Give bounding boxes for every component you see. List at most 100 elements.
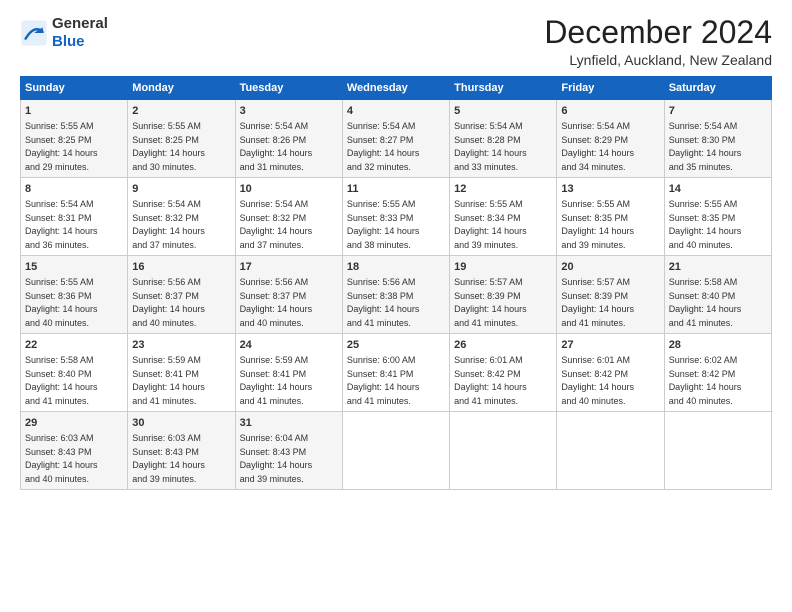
calendar-week-4: 22 Sunrise: 5:58 AMSunset: 8:40 PMDaylig… [21,334,772,412]
calendar-cell: 12 Sunrise: 5:55 AMSunset: 8:34 PMDaylig… [450,178,557,256]
day-info: Sunrise: 5:58 AMSunset: 8:40 PMDaylight:… [669,277,742,328]
day-info: Sunrise: 5:54 AMSunset: 8:26 PMDaylight:… [240,121,313,172]
day-number: 22 [25,338,123,353]
calendar-cell [342,412,449,490]
day-info: Sunrise: 5:56 AMSunset: 8:38 PMDaylight:… [347,277,420,328]
day-number: 15 [25,260,123,275]
calendar-cell: 30 Sunrise: 6:03 AMSunset: 8:43 PMDaylig… [128,412,235,490]
page-header: General Blue December 2024 Lynfield, Auc… [20,15,772,68]
day-number: 18 [347,260,445,275]
calendar-cell [557,412,664,490]
calendar-cell: 9 Sunrise: 5:54 AMSunset: 8:32 PMDayligh… [128,178,235,256]
day-number: 10 [240,182,338,197]
calendar-cell: 6 Sunrise: 5:54 AMSunset: 8:29 PMDayligh… [557,100,664,178]
day-info: Sunrise: 6:04 AMSunset: 8:43 PMDaylight:… [240,433,313,484]
calendar-week-1: 1 Sunrise: 5:55 AMSunset: 8:25 PMDayligh… [21,100,772,178]
header-tuesday: Tuesday [235,77,342,100]
day-number: 14 [669,182,767,197]
header-friday: Friday [557,77,664,100]
day-info: Sunrise: 5:55 AMSunset: 8:25 PMDaylight:… [25,121,98,172]
calendar-cell: 18 Sunrise: 5:56 AMSunset: 8:38 PMDaylig… [342,256,449,334]
day-number: 17 [240,260,338,275]
header-monday: Monday [128,77,235,100]
day-number: 8 [25,182,123,197]
calendar-cell: 15 Sunrise: 5:55 AMSunset: 8:36 PMDaylig… [21,256,128,334]
location: Lynfield, Auckland, New Zealand [544,52,772,68]
day-info: Sunrise: 5:55 AMSunset: 8:35 PMDaylight:… [669,199,742,250]
calendar-week-5: 29 Sunrise: 6:03 AMSunset: 8:43 PMDaylig… [21,412,772,490]
calendar-cell: 2 Sunrise: 5:55 AMSunset: 8:25 PMDayligh… [128,100,235,178]
day-info: Sunrise: 5:55 AMSunset: 8:35 PMDaylight:… [561,199,634,250]
day-number: 27 [561,338,659,353]
calendar-cell: 14 Sunrise: 5:55 AMSunset: 8:35 PMDaylig… [664,178,771,256]
day-number: 2 [132,104,230,119]
day-info: Sunrise: 5:54 AMSunset: 8:31 PMDaylight:… [25,199,98,250]
day-number: 9 [132,182,230,197]
header-wednesday: Wednesday [342,77,449,100]
day-info: Sunrise: 6:01 AMSunset: 8:42 PMDaylight:… [561,355,634,406]
day-number: 20 [561,260,659,275]
header-saturday: Saturday [664,77,771,100]
calendar-body: 1 Sunrise: 5:55 AMSunset: 8:25 PMDayligh… [21,100,772,490]
calendar-table: Sunday Monday Tuesday Wednesday Thursday… [20,76,772,490]
month-title: December 2024 [544,15,772,50]
calendar-cell [450,412,557,490]
day-number: 29 [25,416,123,431]
day-info: Sunrise: 5:55 AMSunset: 8:33 PMDaylight:… [347,199,420,250]
calendar-cell: 26 Sunrise: 6:01 AMSunset: 8:42 PMDaylig… [450,334,557,412]
calendar-cell: 3 Sunrise: 5:54 AMSunset: 8:26 PMDayligh… [235,100,342,178]
day-info: Sunrise: 5:56 AMSunset: 8:37 PMDaylight:… [132,277,205,328]
day-number: 31 [240,416,338,431]
day-number: 6 [561,104,659,119]
calendar-cell: 24 Sunrise: 5:59 AMSunset: 8:41 PMDaylig… [235,334,342,412]
day-info: Sunrise: 5:56 AMSunset: 8:37 PMDaylight:… [240,277,313,328]
calendar-cell: 16 Sunrise: 5:56 AMSunset: 8:37 PMDaylig… [128,256,235,334]
day-info: Sunrise: 5:54 AMSunset: 8:28 PMDaylight:… [454,121,527,172]
day-info: Sunrise: 5:54 AMSunset: 8:32 PMDaylight:… [132,199,205,250]
calendar-cell: 19 Sunrise: 5:57 AMSunset: 8:39 PMDaylig… [450,256,557,334]
logo-text: General Blue [52,15,108,51]
logo-general: General [52,15,108,32]
calendar-week-3: 15 Sunrise: 5:55 AMSunset: 8:36 PMDaylig… [21,256,772,334]
calendar-cell: 1 Sunrise: 5:55 AMSunset: 8:25 PMDayligh… [21,100,128,178]
title-block: December 2024 Lynfield, Auckland, New Ze… [544,15,772,68]
calendar-cell: 10 Sunrise: 5:54 AMSunset: 8:32 PMDaylig… [235,178,342,256]
calendar-cell: 28 Sunrise: 6:02 AMSunset: 8:42 PMDaylig… [664,334,771,412]
calendar-cell: 11 Sunrise: 5:55 AMSunset: 8:33 PMDaylig… [342,178,449,256]
calendar-cell [664,412,771,490]
calendar-cell: 25 Sunrise: 6:00 AMSunset: 8:41 PMDaylig… [342,334,449,412]
calendar-cell: 20 Sunrise: 5:57 AMSunset: 8:39 PMDaylig… [557,256,664,334]
calendar-cell: 8 Sunrise: 5:54 AMSunset: 8:31 PMDayligh… [21,178,128,256]
calendar-cell: 5 Sunrise: 5:54 AMSunset: 8:28 PMDayligh… [450,100,557,178]
header-sunday: Sunday [21,77,128,100]
calendar-cell: 23 Sunrise: 5:59 AMSunset: 8:41 PMDaylig… [128,334,235,412]
day-info: Sunrise: 5:54 AMSunset: 8:32 PMDaylight:… [240,199,313,250]
day-number: 30 [132,416,230,431]
day-number: 25 [347,338,445,353]
day-number: 11 [347,182,445,197]
calendar-header: Sunday Monday Tuesday Wednesday Thursday… [21,77,772,100]
day-number: 21 [669,260,767,275]
day-info: Sunrise: 5:55 AMSunset: 8:34 PMDaylight:… [454,199,527,250]
day-info: Sunrise: 5:57 AMSunset: 8:39 PMDaylight:… [454,277,527,328]
calendar-cell: 17 Sunrise: 5:56 AMSunset: 8:37 PMDaylig… [235,256,342,334]
day-info: Sunrise: 6:01 AMSunset: 8:42 PMDaylight:… [454,355,527,406]
day-info: Sunrise: 6:00 AMSunset: 8:41 PMDaylight:… [347,355,420,406]
calendar-cell: 22 Sunrise: 5:58 AMSunset: 8:40 PMDaylig… [21,334,128,412]
day-info: Sunrise: 5:59 AMSunset: 8:41 PMDaylight:… [132,355,205,406]
day-info: Sunrise: 5:58 AMSunset: 8:40 PMDaylight:… [25,355,98,406]
day-info: Sunrise: 5:55 AMSunset: 8:25 PMDaylight:… [132,121,205,172]
day-number: 1 [25,104,123,119]
day-number: 26 [454,338,552,353]
calendar-week-2: 8 Sunrise: 5:54 AMSunset: 8:31 PMDayligh… [21,178,772,256]
day-number: 7 [669,104,767,119]
calendar-cell: 29 Sunrise: 6:03 AMSunset: 8:43 PMDaylig… [21,412,128,490]
day-number: 3 [240,104,338,119]
calendar-cell: 7 Sunrise: 5:54 AMSunset: 8:30 PMDayligh… [664,100,771,178]
calendar-cell: 21 Sunrise: 5:58 AMSunset: 8:40 PMDaylig… [664,256,771,334]
day-info: Sunrise: 6:03 AMSunset: 8:43 PMDaylight:… [25,433,98,484]
calendar-cell: 13 Sunrise: 5:55 AMSunset: 8:35 PMDaylig… [557,178,664,256]
day-number: 24 [240,338,338,353]
day-number: 23 [132,338,230,353]
header-thursday: Thursday [450,77,557,100]
